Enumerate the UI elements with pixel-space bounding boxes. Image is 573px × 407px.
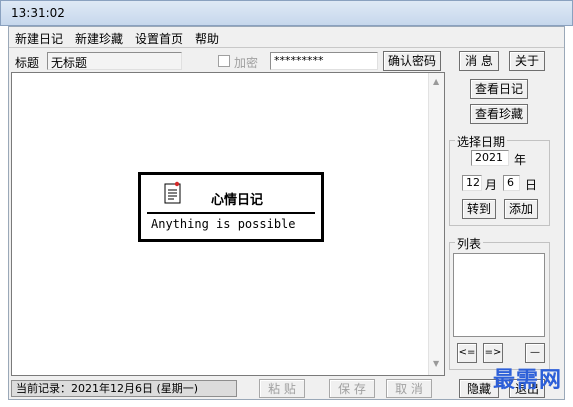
card-title: 心情日记 [211, 193, 264, 208]
scroll-up-arrow-icon[interactable]: ▲ [433, 77, 439, 86]
window-title-bar: 13:31:02 [0, 0, 573, 26]
day-unit-label: 日 [525, 178, 538, 192]
welcome-card: 心情日记 Anything is possible [138, 172, 324, 242]
title-input[interactable]: 无标题 [47, 52, 182, 70]
month-input[interactable]: 12 [462, 175, 482, 191]
status-current-record: 当前记录：2021年12月6日 (星期一) [11, 380, 237, 397]
cancel-button[interactable]: 取 消 [386, 379, 432, 398]
title-label: 标题 [15, 56, 40, 70]
watermark-text: 最需网 [493, 367, 563, 393]
menu-new-collection[interactable]: 新建珍藏 [75, 30, 123, 47]
remove-button[interactable]: — [525, 343, 545, 363]
menu-new-diary[interactable]: 新建日记 [15, 30, 63, 47]
previous-button[interactable]: <= [457, 343, 477, 363]
date-group-label: 选择日期 [455, 133, 508, 150]
menu-help[interactable]: 帮助 [195, 30, 219, 47]
view-collection-button[interactable]: 查看珍藏 [470, 104, 528, 124]
day-input[interactable]: 6 [503, 175, 520, 191]
paste-button[interactable]: 粘 贴 [259, 379, 305, 398]
year-unit-label: 年 [514, 153, 527, 167]
save-button[interactable]: 保 存 [329, 379, 375, 398]
card-motto: Anything is possible [151, 217, 296, 231]
encrypt-label: 加密 [234, 56, 259, 70]
record-listbox[interactable] [453, 253, 545, 337]
app-window: 新建日记 新建珍藏 设置首页 帮助 标题 无标题 加密 ********* 确认… [8, 26, 565, 400]
add-button[interactable]: 添加 [504, 199, 538, 219]
window-title: 13:31:02 [11, 6, 65, 20]
scroll-down-arrow-icon[interactable]: ▼ [433, 359, 439, 368]
card-rule [147, 212, 315, 214]
month-unit-label: 月 [485, 178, 498, 192]
password-input[interactable]: ********* [270, 52, 378, 70]
menu-divider [9, 47, 564, 48]
message-button[interactable]: 消 息 [459, 51, 499, 71]
next-button[interactable]: => [483, 343, 503, 363]
year-input[interactable]: 2021 [471, 150, 509, 166]
encrypt-checkbox[interactable] [218, 55, 230, 67]
view-diary-button[interactable]: 查看日记 [470, 79, 528, 99]
goto-date-button[interactable]: 转到 [462, 199, 496, 219]
about-button[interactable]: 关于 [509, 51, 545, 71]
editor-vertical-scrollbar[interactable]: ▲ ▼ [428, 73, 444, 375]
list-group-label: 列表 [455, 235, 484, 252]
diary-notepad-icon [164, 181, 181, 204]
confirm-password-button[interactable]: 确认密码 [383, 51, 441, 71]
menu-set-homepage[interactable]: 设置首页 [135, 30, 183, 47]
menu-bar: 新建日记 新建珍藏 设置首页 帮助 [9, 27, 564, 47]
diary-editor[interactable]: 心情日记 Anything is possible ▲ ▼ [11, 72, 445, 376]
